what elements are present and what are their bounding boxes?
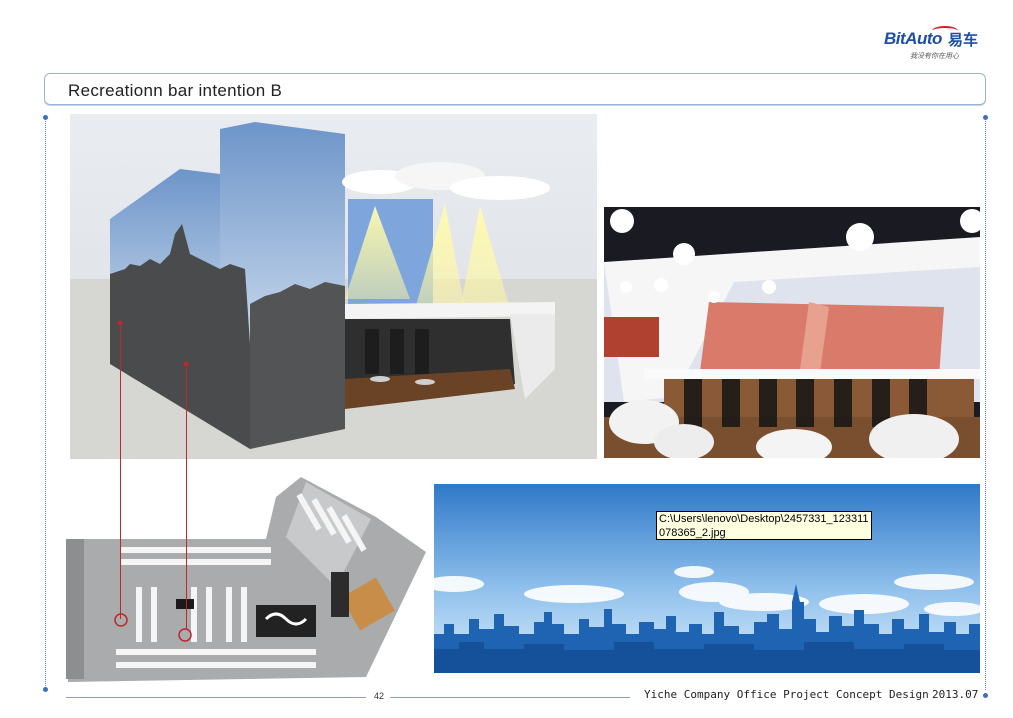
left-bottom-dot bbox=[43, 687, 48, 692]
right-top-dot bbox=[983, 115, 988, 120]
left-top-dot bbox=[43, 115, 48, 120]
tooltip-line-2: 078365_2.jpg bbox=[659, 527, 726, 539]
title-bar: Recreationn bar intention B bbox=[44, 73, 986, 105]
right-frame-line bbox=[985, 118, 986, 690]
footer-date: 2013.07 bbox=[932, 688, 979, 701]
connector-line-2 bbox=[186, 364, 187, 629]
footer-line-left bbox=[66, 697, 366, 698]
footer-line-right bbox=[390, 697, 630, 698]
right-bottom-dot bbox=[983, 693, 988, 698]
page-number: 42 bbox=[374, 691, 385, 701]
footer-project-title: Yiche Company Office Project Concept Des… bbox=[644, 688, 929, 701]
bar-interior-photo bbox=[604, 207, 980, 458]
page-title: Recreationn bar intention B bbox=[68, 81, 283, 100]
logo-brand: BitAuto bbox=[884, 29, 942, 48]
bar-3d-rendering bbox=[70, 114, 597, 459]
tooltip-line-1: C:\Users\lenovo\Desktop\2457331_123311 bbox=[659, 513, 869, 525]
connector-line-1 bbox=[120, 323, 121, 619]
left-frame-line bbox=[45, 118, 46, 690]
bitauto-logo: BitAuto 易车 我没有你在用心 bbox=[884, 26, 984, 63]
file-path-tooltip: C:\Users\lenovo\Desktop\2457331_123311 0… bbox=[656, 511, 872, 540]
logo-brand-cn: 易车 bbox=[948, 31, 979, 49]
logo-tagline: 我没有你在用心 bbox=[910, 52, 959, 60]
